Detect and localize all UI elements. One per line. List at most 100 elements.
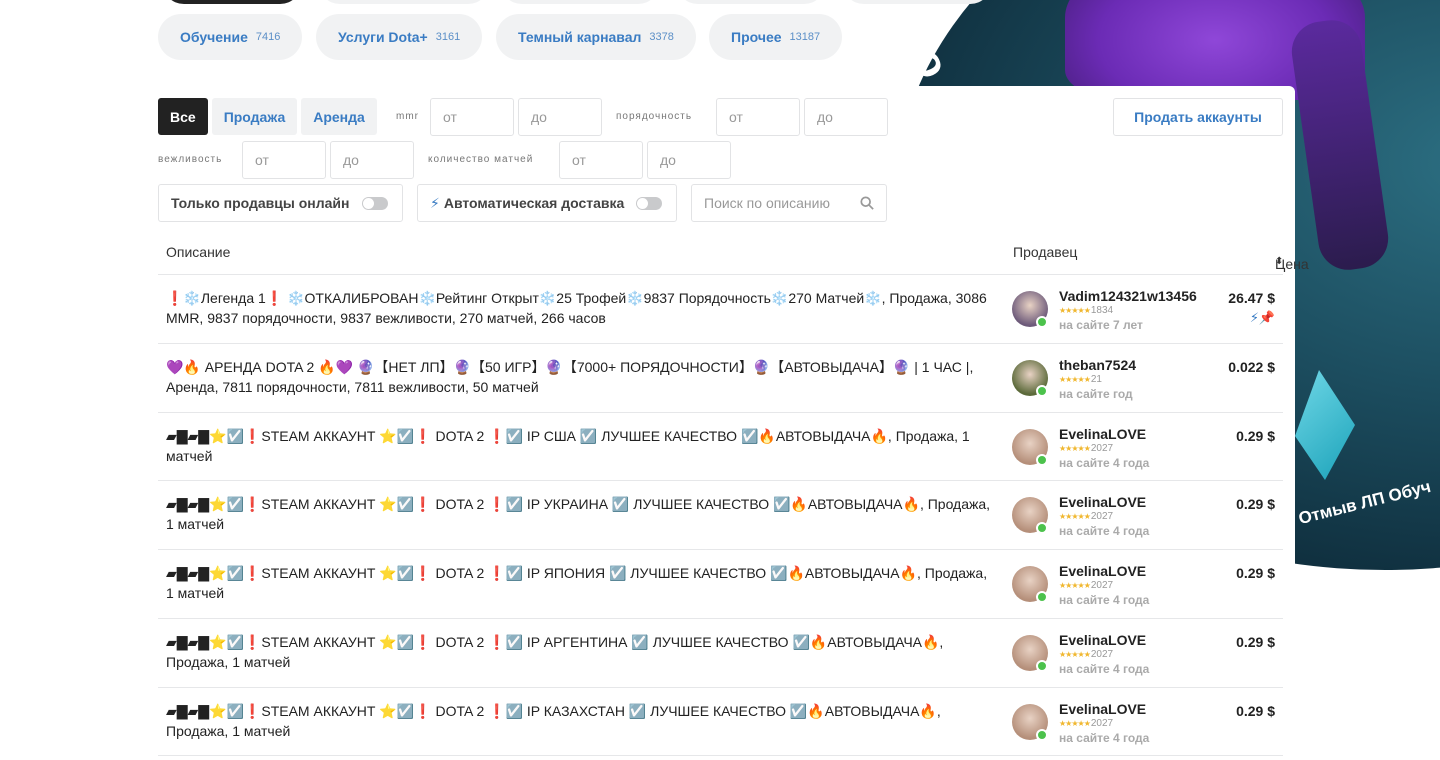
decency-label: порядочность [616,111,693,122]
offer-description[interactable]: ▰▇▰▇⭐☑️❗STEAM АККАУНТ ⭐☑️❗ DOTA 2 ❗☑️ IP… [166,494,996,534]
toggle-switch[interactable] [636,196,663,210]
category-chip-dota-plus[interactable]: Услуги Dota+ 3161 [316,14,483,60]
category-chip-active[interactable] [162,0,302,4]
category-count: 3161 [435,31,461,43]
auto-delivery-icon: ⚡ [1249,310,1259,325]
seller-since: на сайте 4 года [1059,731,1150,745]
seller-rating: ★★★★★2027 [1059,511,1113,522]
seller-name[interactable]: EvelinaLOVE [1059,494,1146,510]
offer-description[interactable]: ▰▇▰▇⭐☑️❗STEAM АККАУНТ ⭐☑️❗ DOTA 2 ❗☑️ IP… [166,701,996,741]
review-count: 2027 [1090,443,1114,454]
description-search-input[interactable]: Поиск по описанию [691,184,887,222]
politeness-to-input[interactable]: до [330,141,414,179]
table-row[interactable]: 💜🔥 АРЕНДА DOTA 2 🔥💜 🔮【НЕТ ЛП】🔮【50 ИГР】🔮【… [158,344,1283,413]
online-indicator [1036,660,1048,672]
seller-name[interactable]: Vadim124321w13456 [1059,288,1197,304]
lightning-icon: ⚡ [430,194,440,211]
category-label: Обучение [180,29,248,45]
online-indicator [1036,454,1048,466]
review-count: 2027 [1090,580,1114,591]
category-chip[interactable] [318,0,490,4]
review-count: 2027 [1090,511,1114,522]
page: Do Отмыв ЛП Обуч Обучение 7416 Услуги Do… [0,0,1440,760]
sort-icon: ⬍ [1275,256,1284,267]
category-chip-dark-carnival[interactable]: Темный карнавал 3378 [496,14,696,60]
seller-name[interactable]: EvelinaLOVE [1059,426,1146,442]
auto-delivery-toggle[interactable]: ⚡ Автоматическая доставка [417,184,677,222]
table-header: Описание Продавец Цена ⬍ [158,232,1309,275]
offer-price: 0.29 $ [1236,565,1275,581]
pin-icon: 📌 [1258,310,1275,325]
seller-since: на сайте 4 года [1059,456,1150,470]
offer-price: 0.29 $ [1236,496,1275,512]
category-count: 7416 [255,31,281,43]
rating-stars-icon: ★★★★★ [1059,650,1091,659]
mmr-to-input[interactable]: до [518,98,602,136]
category-chip[interactable] [676,0,826,4]
seller-since: на сайте 7 лет [1059,318,1143,332]
seller-name[interactable]: EvelinaLOVE [1059,632,1146,648]
decency-to-input[interactable]: до [804,98,888,136]
seller-rating: ★★★★★2027 [1059,718,1113,729]
table-row[interactable]: ❗❄️Легенда 1❗ ❄️ОТКАЛИБРОВАН❄️Рейтинг От… [158,275,1283,344]
category-label: Прочее [731,29,782,45]
table-row[interactable]: ▰▇▰▇⭐☑️❗STEAM АККАУНТ ⭐☑️❗ DOTA 2 ❗☑️ IP… [158,688,1283,756]
category-chip[interactable] [500,0,660,4]
decency-from-input[interactable]: от [716,98,800,136]
politeness-label: вежливость [158,154,223,165]
offer-price: 0.022 $ [1228,359,1275,375]
offer-price: 0.29 $ [1236,703,1275,719]
type-rent-button[interactable]: Аренда [301,98,377,135]
category-chip[interactable] [842,0,992,4]
category-count: 3378 [649,31,674,43]
offer-description[interactable]: ▰▇▰▇⭐☑️❗STEAM АККАУНТ ⭐☑️❗ DOTA 2 ❗☑️ IP… [166,632,996,672]
category-label: Темный карнавал [518,29,642,45]
seller-rating: ★★★★★2027 [1059,580,1113,591]
seller-rating: ★★★★★2027 [1059,649,1113,660]
matches-to-input[interactable]: до [647,141,731,179]
type-sale-button[interactable]: Продажа [211,98,298,135]
offer-description[interactable]: ▰▇▰▇⭐☑️❗STEAM АККАУНТ ⭐☑️❗ DOTA 2 ❗☑️ IP… [166,563,996,603]
offer-description[interactable]: ▰▇▰▇⭐☑️❗STEAM АККАУНТ ⭐☑️❗ DOTA 2 ❗☑️ IP… [166,426,996,466]
offer-description[interactable]: ❗❄️Легенда 1❗ ❄️ОТКАЛИБРОВАН❄️Рейтинг От… [166,288,996,328]
search-placeholder: Поиск по описанию [704,195,830,211]
online-only-toggle[interactable]: Только продавцы онлайн [158,184,403,222]
category-chip-other[interactable]: Прочее 13187 [709,14,843,60]
matches-label: количество матчей [428,154,534,165]
online-indicator [1036,385,1048,397]
search-icon[interactable] [860,196,874,210]
matches-from-input[interactable]: от [559,141,643,179]
table-row[interactable]: ▰▇▰▇⭐☑️❗STEAM АККАУНТ ⭐☑️❗ DOTA 2 ❗☑️ IP… [158,619,1283,688]
seller-since: на сайте 4 года [1059,662,1150,676]
seller-name[interactable]: EvelinaLOVE [1059,563,1146,579]
table-row[interactable]: ▰▇▰▇⭐☑️❗STEAM АККАУНТ ⭐☑️❗ DOTA 2 ❗☑️ IP… [158,413,1283,481]
review-count: 1834 [1090,305,1114,316]
rating-stars-icon: ★★★★★ [1059,512,1091,521]
seller-since: на сайте 4 года [1059,593,1150,607]
rating-stars-icon: ★★★★★ [1059,306,1091,315]
type-filter: Все Продажа Аренда [158,98,381,135]
mmr-label: mmr [396,111,419,122]
seller-since: на сайте год [1059,387,1133,401]
rating-stars-icon: ★★★★★ [1059,375,1091,384]
sell-accounts-button[interactable]: Продать аккаунты [1113,98,1283,136]
offer-description[interactable]: 💜🔥 АРЕНДА DOTA 2 🔥💜 🔮【НЕТ ЛП】🔮【50 ИГР】🔮【… [166,357,996,397]
politeness-from-input[interactable]: от [242,141,326,179]
seller-name[interactable]: EvelinaLOVE [1059,701,1146,717]
online-indicator [1036,729,1048,741]
seller-rating: ★★★★★21 [1059,374,1102,385]
category-count: 13187 [789,31,821,43]
offer-price: 0.29 $ [1236,428,1275,444]
seller-name[interactable]: theban7524 [1059,357,1136,373]
rating-stars-icon: ★★★★★ [1059,444,1091,453]
offer-price: 26.47 $ [1228,290,1275,306]
category-chip-learning[interactable]: Обучение 7416 [158,14,303,60]
table-row[interactable]: ▰▇▰▇⭐☑️❗STEAM АККАУНТ ⭐☑️❗ DOTA 2 ❗☑️ IP… [158,481,1283,550]
mmr-from-input[interactable]: от [430,98,514,136]
toggle-switch[interactable] [361,196,388,210]
online-indicator [1036,522,1048,534]
type-all-button[interactable]: Все [158,98,208,135]
rating-stars-icon: ★★★★★ [1059,719,1091,728]
table-row[interactable]: ▰▇▰▇⭐☑️❗STEAM АККАУНТ ⭐☑️❗ DOTA 2 ❗☑️ IP… [158,550,1283,619]
offer-price: 0.29 $ [1236,634,1275,650]
